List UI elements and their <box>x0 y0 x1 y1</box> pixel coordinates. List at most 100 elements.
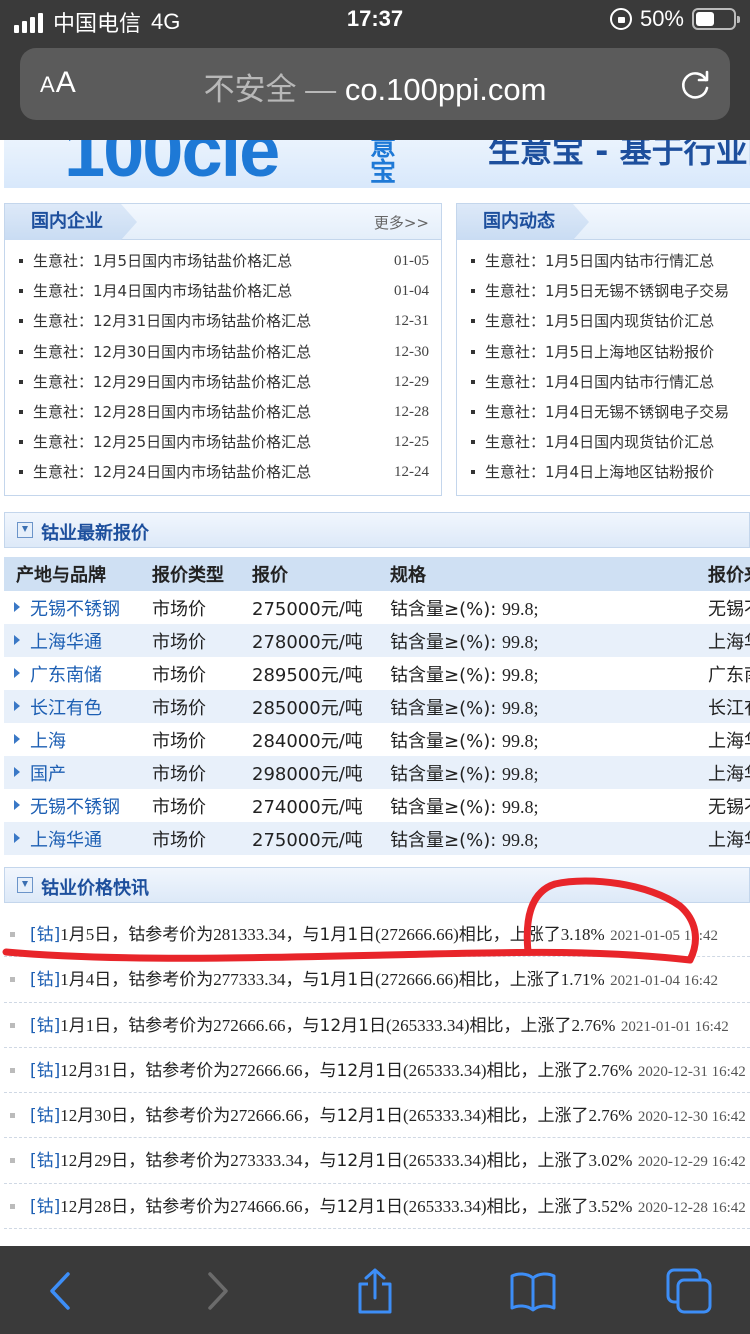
news-title[interactable]: 生意社：1月4日国内现货钴价汇总 <box>485 433 714 451</box>
reader-settings-button[interactable]: AA <box>40 66 77 100</box>
origin-name[interactable]: 广东南储 <box>30 665 102 686</box>
flash-tag[interactable]: [钴] <box>30 1016 60 1036</box>
origin-name[interactable]: 国产 <box>30 764 66 785</box>
news-title[interactable]: 生意社：1月5日无锡不锈钢电子交易 <box>485 282 729 300</box>
list-item[interactable]: 生意社：12月28日国内市场钴盐价格汇总 12-28 <box>5 397 441 427</box>
bullet-icon <box>10 1158 15 1164</box>
quote-source[interactable]: 上海华 <box>708 756 750 789</box>
list-item[interactable]: 生意社：1月5日国内钴市行情汇总 <box>457 246 750 276</box>
list-item[interactable]: 生意社：1月4日无锡不锈钢电子交易 <box>457 397 750 427</box>
quote-source[interactable]: 广东南 <box>708 657 750 690</box>
news-title[interactable]: 生意社：1月4日国内钴市行情汇总 <box>485 373 714 391</box>
quote-source[interactable]: 上海华 <box>708 822 750 855</box>
quote-source[interactable]: 上海华 <box>708 624 750 657</box>
quote-spec: 钴含量≥(%): 99.8; <box>390 723 708 756</box>
latest-quotes-header: 钴业最新报价 <box>4 512 750 548</box>
origin-name[interactable]: 无锡不锈钢 <box>30 599 120 620</box>
tabs-icon[interactable] <box>666 1268 712 1314</box>
address-bar[interactable]: AA 不安全 — co.100ppi.com <box>20 48 730 120</box>
flash-item[interactable]: [钴]12月31日，钴参考价为272666.66，与12月1日(265333.3… <box>4 1048 750 1094</box>
list-item[interactable]: 生意社：1月5日无锡不锈钢电子交易 <box>457 276 750 306</box>
flash-item[interactable]: [钴]12月30日，钴参考价为272666.66，与12月1日(265333.3… <box>4 1093 750 1139</box>
news-title[interactable]: 生意社：1月4日国内市场钴盐价格汇总 <box>33 282 292 300</box>
url-display[interactable]: 不安全 — co.100ppi.com <box>110 64 640 109</box>
bullet-icon <box>19 409 23 414</box>
list-item[interactable]: 生意社：12月31日国内市场钴盐价格汇总 12-31 <box>5 306 441 336</box>
origin-link[interactable]: 上海华通 <box>4 822 152 855</box>
list-item[interactable]: 生意社：1月5日上海地区钴粉报价 <box>457 337 750 367</box>
site-logo[interactable]: 100cle <box>64 140 280 188</box>
origin-link[interactable]: 长江有色 <box>4 690 152 723</box>
flash-item[interactable]: [钴]12月28日，钴参考价为274666.66，与12月1日(265333.3… <box>4 1184 750 1230</box>
origin-name[interactable]: 无锡不锈钢 <box>30 797 120 818</box>
flash-percent: 2.76% <box>588 1060 633 1080</box>
bullet-icon <box>10 1113 15 1119</box>
list-item[interactable]: 生意社：12月24日国内市场钴盐价格汇总 12-24 <box>5 457 441 487</box>
origin-link[interactable]: 无锡不锈钢 <box>4 789 152 822</box>
flash-tag[interactable]: [钴] <box>30 1061 60 1081</box>
list-item[interactable]: 生意社：1月4日上海地区钴粉报价 <box>457 457 750 487</box>
origin-name[interactable]: 上海华通 <box>30 830 102 851</box>
news-title[interactable]: 生意社：12月29日国内市场钴盐价格汇总 <box>33 373 311 391</box>
back-icon[interactable] <box>38 1268 84 1314</box>
list-item[interactable]: 生意社：12月29日国内市场钴盐价格汇总 12-29 <box>5 367 441 397</box>
list-item[interactable]: 生意社：1月5日国内现货钴价汇总 <box>457 306 750 336</box>
flash-tag[interactable]: [钴] <box>30 925 60 945</box>
spec-value: 99.8; <box>502 631 539 652</box>
flash-tag[interactable]: [钴] <box>30 1151 60 1171</box>
news-title[interactable]: 生意社：1月4日上海地区钴粉报价 <box>485 463 714 481</box>
flash-item[interactable]: [钴]1月5日，钴参考价为281333.34，与1月1日(272666.66)相… <box>4 912 750 958</box>
reload-icon[interactable] <box>678 66 714 102</box>
news-title[interactable]: 生意社：12月31日国内市场钴盐价格汇总 <box>33 312 311 330</box>
origin-link[interactable]: 无锡不锈钢 <box>4 591 152 624</box>
quote-source[interactable]: 上海华 <box>708 723 750 756</box>
quote-source[interactable]: 无锡不 <box>708 591 750 624</box>
news-title[interactable]: 生意社：1月5日国内市场钴盐价格汇总 <box>33 252 292 270</box>
news-title[interactable]: 生意社：1月5日上海地区钴粉报价 <box>485 343 714 361</box>
forward-icon[interactable] <box>194 1268 240 1314</box>
list-item[interactable]: 生意社：1月4日国内钴市行情汇总 <box>457 367 750 397</box>
news-title[interactable]: 生意社：12月28日国内市场钴盐价格汇总 <box>33 403 311 421</box>
list-item[interactable]: 生意社：12月25日国内市场钴盐价格汇总 12-25 <box>5 427 441 457</box>
flash-item[interactable]: [钴]1月4日，钴参考价为277333.34，与1月1日(272666.66)相… <box>4 957 750 1003</box>
news-title[interactable]: 生意社：1月5日国内钴市行情汇总 <box>485 252 714 270</box>
bookmarks-icon[interactable] <box>510 1268 556 1314</box>
list-item[interactable]: 生意社：1月4日国内现货钴价汇总 <box>457 427 750 457</box>
flash-tag[interactable]: [钴] <box>30 970 60 990</box>
share-icon[interactable] <box>352 1268 398 1314</box>
news-title[interactable]: 生意社：1月5日国内现货钴价汇总 <box>485 312 714 330</box>
triangle-right-icon <box>14 767 20 777</box>
flash-ref-price: (272666.66) <box>375 925 459 944</box>
domestic-news-title[interactable]: 国内动态 <box>457 204 589 240</box>
spec-label: 钴含量≥(%): <box>390 631 503 653</box>
origin-link[interactable]: 国产 <box>4 756 152 789</box>
flash-text: ，钴参考价为 <box>128 1106 231 1127</box>
list-item[interactable]: 生意社：1月4日国内市场钴盐价格汇总 01-04 <box>5 276 441 306</box>
flash-date: 2020-12-28 16:42 <box>637 1199 746 1216</box>
news-title[interactable]: 生意社：12月25日国内市场钴盐价格汇总 <box>33 433 311 451</box>
quote-source[interactable]: 无锡不 <box>708 789 750 822</box>
flash-item[interactable]: [钴]12月29日，钴参考价为273333.34，与12月1日(265333.3… <box>4 1138 750 1184</box>
origin-link[interactable]: 上海华通 <box>4 624 152 657</box>
origin-link[interactable]: 广东南储 <box>4 657 152 690</box>
flash-item[interactable]: [钴]1月1日，钴参考价为272666.66，与12月1日(265333.34)… <box>4 1003 750 1048</box>
domestic-companies-title[interactable]: 国内企业 <box>5 204 137 240</box>
flash-tag[interactable]: [钴] <box>30 1106 60 1126</box>
list-item[interactable]: 生意社：1月5日国内市场钴盐价格汇总 01-05 <box>5 246 441 276</box>
origin-name[interactable]: 长江有色 <box>30 698 102 719</box>
list-item[interactable]: 生意社：12月30日国内市场钴盐价格汇总 12-30 <box>5 337 441 367</box>
origin-name[interactable]: 上海华通 <box>30 632 102 653</box>
flash-tag[interactable]: [钴] <box>30 1197 60 1217</box>
flash-price: 272666.66 <box>230 1106 303 1126</box>
more-link[interactable]: 更多>> <box>374 212 429 233</box>
origin-link[interactable]: 上海 <box>4 723 152 756</box>
news-title[interactable]: 生意社：1月4日无锡不锈钢电子交易 <box>485 403 729 421</box>
news-title[interactable]: 生意社：12月24日国内市场钴盐价格汇总 <box>33 463 311 481</box>
bullet-icon <box>10 977 15 983</box>
battery-percent: 50% <box>639 6 684 31</box>
news-title[interactable]: 生意社：12月30日国内市场钴盐价格汇总 <box>33 343 311 361</box>
quote-source[interactable]: 长江有 <box>708 690 750 723</box>
bullet-icon <box>471 349 475 354</box>
origin-name[interactable]: 上海 <box>30 731 66 752</box>
site-banner[interactable]: 100cle 意宝 生意宝 - 基于行业网 <box>4 140 750 188</box>
